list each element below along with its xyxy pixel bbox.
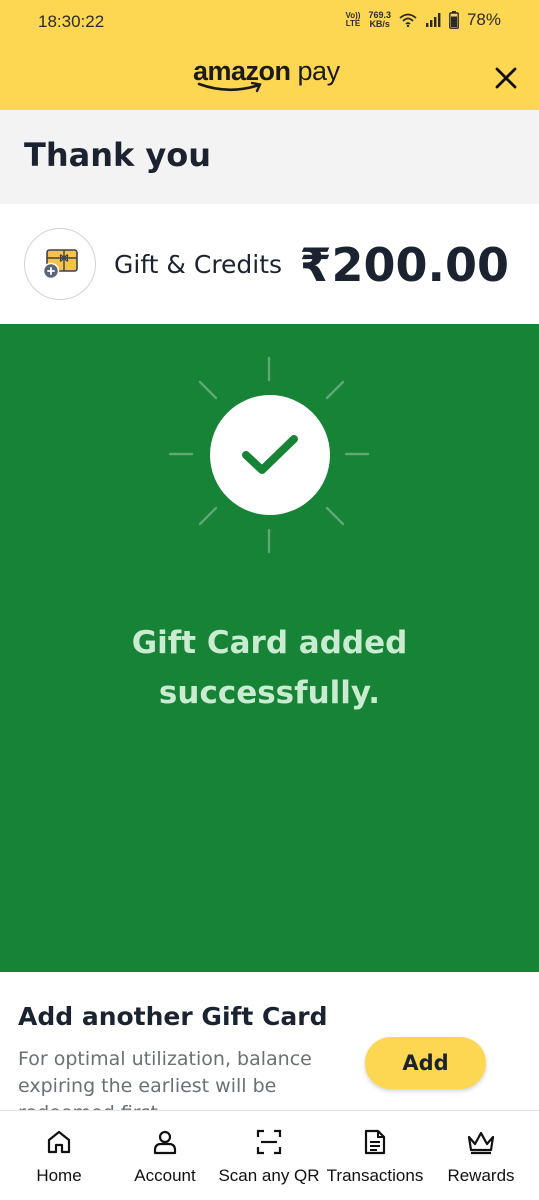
add-gift-card-button[interactable]: Add xyxy=(365,1037,486,1089)
signal-icon xyxy=(425,13,441,27)
battery-percentage: 78% xyxy=(466,10,501,29)
account-icon xyxy=(153,1130,177,1155)
add-gift-card-description: For optimal utilization, balance expirin… xyxy=(18,1048,312,1110)
success-message: Gift Card added successfully. xyxy=(131,625,408,711)
payment-amount: ₹200.00 xyxy=(299,238,509,292)
payment-method-label: Gift & Credits xyxy=(114,250,283,279)
page-title: Thank you xyxy=(24,136,212,174)
amazon-smile-icon xyxy=(197,81,262,93)
nav-label-rewards: Rewards xyxy=(447,1166,515,1185)
status-bar: 18:30:22 Vo)) LTE 769.3 KB/s 78% xyxy=(0,0,539,44)
nav-item-account[interactable]: Account xyxy=(124,1110,206,1200)
nav-item-home[interactable]: Home xyxy=(14,1110,104,1200)
amazon-pay-logo: amazon pay xyxy=(193,56,353,96)
status-time: 18:30:22 xyxy=(38,12,105,31)
nav-label-account: Account xyxy=(134,1166,196,1185)
nav-label-scan-qr: Scan any QR xyxy=(218,1166,320,1185)
add-gift-card-title: Add another Gift Card xyxy=(18,1002,328,1031)
close-icon xyxy=(495,67,517,89)
battery-icon xyxy=(449,11,459,29)
rewards-crown-icon xyxy=(467,1131,495,1155)
network-speed: 769.3 KB/s xyxy=(368,10,391,29)
close-button[interactable] xyxy=(490,62,522,94)
nav-item-rewards[interactable]: Rewards xyxy=(440,1110,522,1200)
nav-label-transactions: Transactions xyxy=(326,1166,424,1185)
scan-qr-icon xyxy=(256,1129,282,1155)
gift-card-icon xyxy=(42,249,78,280)
home-icon xyxy=(47,1130,71,1154)
checkmark-icon xyxy=(242,435,298,474)
status-icons: Vo)) LTE 769.3 KB/s 78% xyxy=(345,10,501,30)
volte-indicator: Vo)) LTE xyxy=(345,11,361,28)
nav-item-scan-qr[interactable]: Scan any QR xyxy=(218,1110,320,1200)
nav-label-home: Home xyxy=(36,1166,82,1185)
transactions-icon xyxy=(364,1129,386,1155)
nav-item-transactions[interactable]: Transactions xyxy=(324,1110,426,1200)
success-check-badge xyxy=(210,395,330,515)
gift-card-icon-badge xyxy=(24,228,96,300)
wifi-icon xyxy=(399,13,417,27)
